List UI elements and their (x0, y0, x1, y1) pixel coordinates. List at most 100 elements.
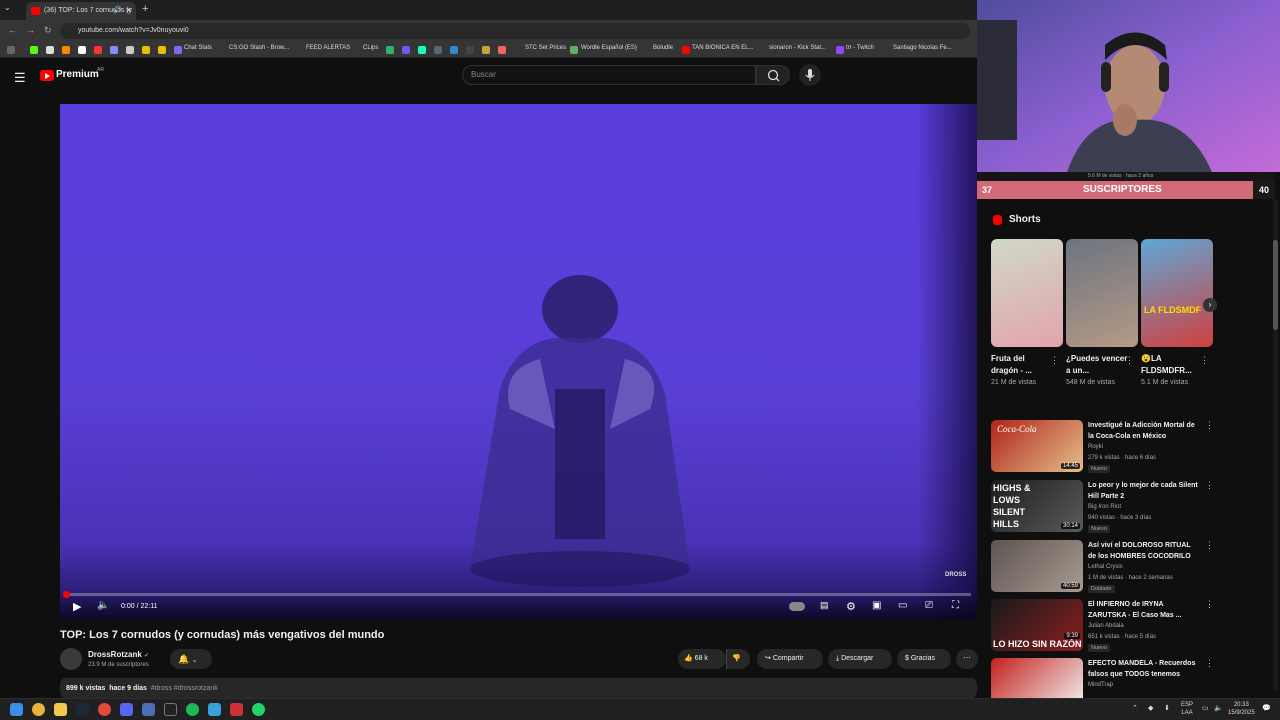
tray-chevron-icon[interactable]: ⌃ (1132, 704, 1138, 712)
bookmark-icon[interactable] (482, 46, 490, 54)
notifications-icon[interactable]: 💬 (1262, 704, 1271, 712)
app-icon[interactable] (164, 703, 177, 716)
more-options-icon[interactable]: ⋮ (1205, 420, 1214, 431)
forward-icon[interactable]: → (26, 25, 35, 35)
tray-icon[interactable]: ◆ (1148, 704, 1153, 712)
channel-name[interactable]: Big Iron Riot (1088, 504, 1121, 510)
bookmark-wordle[interactable]: Wordle Español (ES) (581, 45, 637, 51)
scrollbar-thumb[interactable] (1273, 240, 1278, 330)
cast-icon[interactable]: ⎚ (925, 600, 933, 611)
bookmark-icon[interactable] (126, 46, 134, 54)
bookmark-icon[interactable] (142, 46, 150, 54)
bookmark-icon[interactable] (418, 46, 426, 54)
language-indicator[interactable]: ESP LAA (1181, 701, 1193, 717)
reload-icon[interactable]: ↻ (44, 25, 52, 36)
recommended-video[interactable]: Coca-Cola 14:45 Investigué la Adicción M… (991, 420, 1214, 474)
recommended-video[interactable]: 40:59 Así viví el DOLOROSO RITUAL de los… (991, 540, 1214, 594)
new-tab-button[interactable]: + (142, 3, 148, 15)
bookmark-stc-set-prices[interactable]: STC Set Prices (525, 45, 566, 51)
recommended-video[interactable]: HIGHS & LOWS SILENT HILLS 30:14 Lo peor … (991, 480, 1214, 534)
app-icon[interactable] (230, 703, 243, 716)
network-icon[interactable]: ▭ (1202, 704, 1209, 712)
youtube-logo-icon[interactable] (40, 70, 54, 81)
premium-logo-text[interactable]: Premium (56, 69, 99, 80)
volume-icon[interactable]: 🔈 (97, 600, 109, 611)
settings-gear-icon[interactable]: ⚙ (846, 600, 856, 613)
bookmark-clips[interactable]: CLips (363, 45, 378, 51)
video-player[interactable] (60, 104, 977, 620)
menu-icon[interactable]: ☰ (14, 70, 26, 86)
discord-icon[interactable] (120, 703, 133, 716)
short-more-icon[interactable]: ⋮ (1050, 355, 1059, 366)
video-thumbnail[interactable]: Coca-Cola 14:45 (991, 420, 1083, 472)
video-title[interactable]: Investigué la Adicción Mortal de la Coca… (1088, 420, 1200, 442)
bookmark-boludle[interactable]: Boludle (653, 45, 673, 51)
bookmark-tan-bionica[interactable]: TAN BIONICA EN EL... (692, 45, 754, 51)
chevron-right-icon[interactable]: › (1203, 298, 1217, 312)
windows-start-icon[interactable] (10, 703, 23, 716)
more-actions-button[interactable]: ⋯ (956, 649, 978, 669)
dislike-button[interactable]: 👎 (726, 649, 750, 669)
bookmark-csgo-stash[interactable]: CS:GO Stash - Brow... (229, 45, 289, 51)
progress-scrubber[interactable] (63, 591, 70, 598)
tray-icon[interactable]: ⬇ (1164, 704, 1170, 712)
channel-name[interactable]: Julian Abdala (1088, 623, 1124, 629)
short-title[interactable]: 😮LA FLDSMDFR... (1141, 353, 1203, 377)
page-scrollbar[interactable] (1273, 200, 1278, 690)
subtitles-icon[interactable]: ▤ (820, 600, 829, 611)
search-button[interactable] (756, 65, 790, 85)
more-options-icon[interactable]: ⋮ (1205, 658, 1213, 669)
recommended-video[interactable]: EFECTO MANDELA - Recuerdos falsos que TO… (991, 658, 1213, 698)
bookmark-icon[interactable] (158, 46, 166, 54)
bookmark-twitch[interactable]: trr - Twitch (846, 45, 874, 51)
video-thumbnail[interactable]: LO HIZO SIN RAZÓN 9:39 (991, 599, 1083, 651)
bookmark-icon[interactable] (30, 46, 38, 54)
browser-tab-active[interactable]: (36) TOP: Los 7 cornudos (y 🔊 ✕ (26, 2, 136, 20)
video-title[interactable]: El INFIERNO de IRYNA ZARUTSKA - El Caso … (1088, 599, 1200, 621)
fullscreen-icon[interactable]: ⛶ (952, 600, 959, 611)
more-options-icon[interactable]: ⋮ (1205, 599, 1214, 610)
thanks-button[interactable]: $ Gracias (897, 649, 951, 669)
app-icon[interactable] (142, 703, 155, 716)
bookmark-icon[interactable] (386, 46, 394, 54)
steam-icon[interactable] (76, 703, 89, 716)
close-tab-icon[interactable]: ✕ (125, 2, 132, 20)
video-thumbnail[interactable] (991, 658, 1083, 698)
bookmark-icon[interactable] (466, 46, 474, 54)
recommended-video[interactable]: LO HIZO SIN RAZÓN 9:39 El INFIERNO de IR… (991, 599, 1214, 653)
play-icon[interactable]: ▶ (73, 600, 81, 613)
system-clock[interactable]: 20:33 15/9/2025 (1228, 701, 1255, 717)
bookmark-feed-alertas[interactable]: FEED ALERTAS (306, 45, 350, 51)
bookmark-icon[interactable] (110, 46, 118, 54)
file-explorer-icon[interactable] (54, 703, 67, 716)
video-title[interactable]: EFECTO MANDELA - Recuerdos falsos que TO… (1088, 658, 1200, 680)
tab-search-icon[interactable]: ⌄ (4, 3, 11, 12)
channel-name[interactable]: DrossRotzank ✓ (88, 650, 149, 659)
miniplayer-icon[interactable]: ▣ (872, 600, 881, 611)
short-thumbnail[interactable] (1066, 239, 1138, 347)
bookmark-santiago[interactable]: Santiago Nicolas Fe... (893, 45, 952, 51)
short-thumbnail[interactable]: LA FLDSMDF (1141, 239, 1213, 347)
more-options-icon[interactable]: ⋮ (1205, 540, 1214, 551)
app-icon[interactable] (208, 703, 221, 716)
search-input[interactable]: Buscar (462, 65, 756, 85)
share-button[interactable]: ↪ Compartir (757, 649, 823, 669)
channel-avatar[interactable] (60, 648, 82, 670)
short-title[interactable]: ¿Puedes vencer a un... (1066, 353, 1128, 377)
video-title[interactable]: Lo peor y lo mejor de cada Silent Hill P… (1088, 480, 1200, 502)
video-thumbnail[interactable]: HIGHS & LOWS SILENT HILLS 30:14 (991, 480, 1083, 532)
bookmark-icon[interactable] (62, 46, 70, 54)
whatsapp-icon[interactable] (252, 703, 265, 716)
short-thumbnail[interactable] (991, 239, 1063, 347)
autoplay-toggle[interactable] (789, 602, 805, 611)
bookmark-icon[interactable] (498, 46, 506, 54)
bookmark-icon[interactable] (434, 46, 442, 54)
channel-name[interactable]: Lethal Crysis (1088, 564, 1123, 570)
browser-icon[interactable] (98, 703, 111, 716)
progress-bar[interactable] (63, 591, 971, 598)
volume-tray-icon[interactable]: 🔈 (1214, 704, 1223, 712)
bookmark-icon[interactable] (78, 46, 86, 54)
short-more-icon[interactable]: ⋮ (1200, 355, 1209, 366)
description-box[interactable]: 899 k vistas hace 9 días #dross #drossro… (60, 678, 977, 698)
speaker-icon[interactable]: 🔊 (113, 2, 122, 20)
